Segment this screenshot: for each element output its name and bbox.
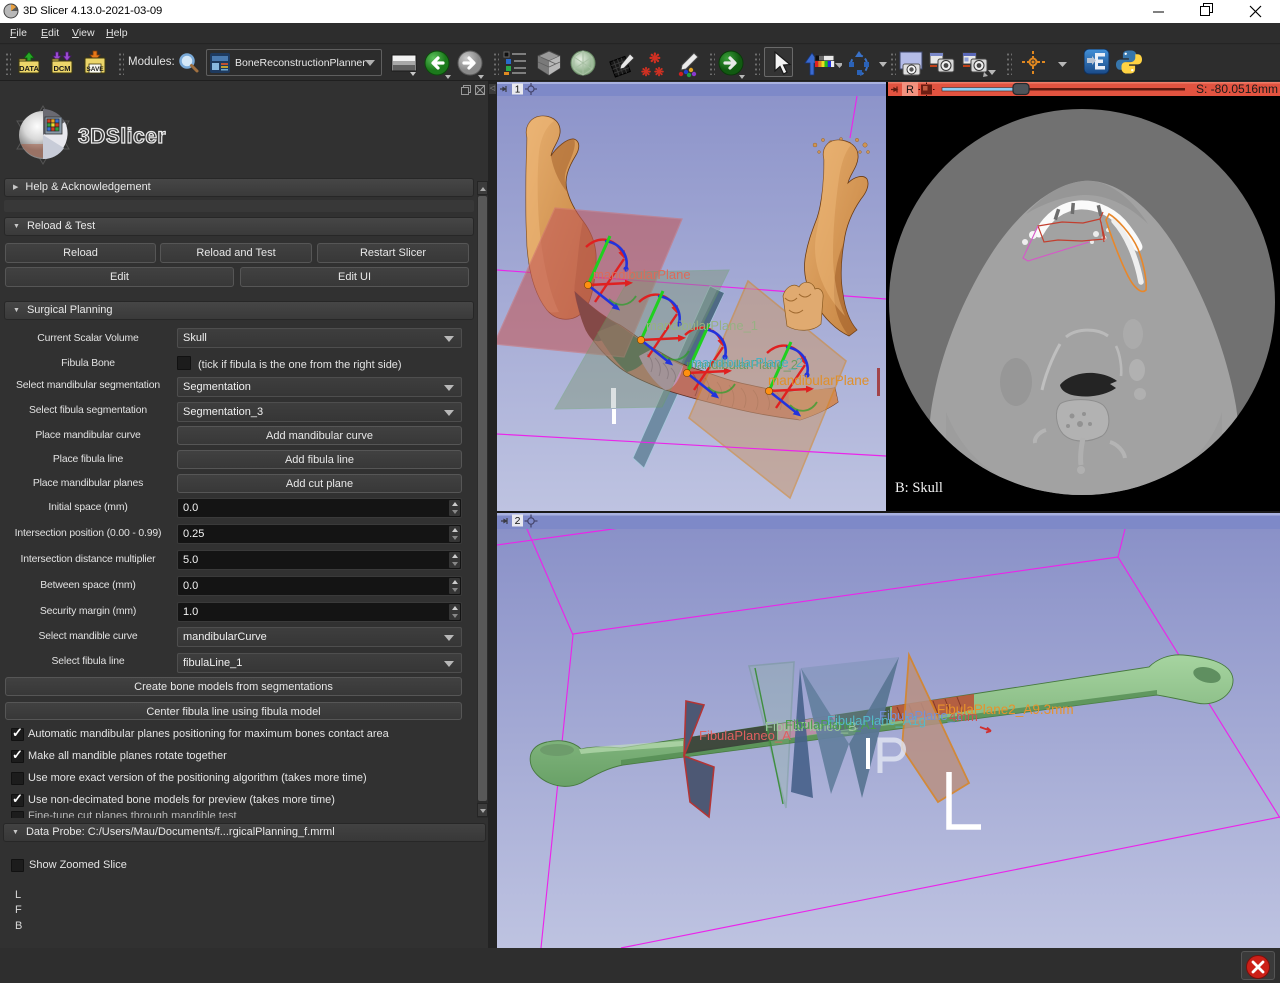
svg-text:❋: ❋ — [649, 50, 661, 66]
svg-text:1: 1 — [515, 85, 521, 96]
svg-text:R: R — [906, 84, 914, 96]
svg-text:B: Skull: B: Skull — [895, 480, 943, 496]
svg-text:mandibularPlane: mandibularPlane — [768, 373, 869, 388]
svg-text:❋: ❋ — [641, 65, 651, 78]
svg-text:mandibularPlane: mandibularPlane — [593, 267, 691, 282]
svg-text:DCM: DCM — [53, 64, 70, 73]
svg-text:DATA: DATA — [19, 64, 39, 73]
svg-text:2: 2 — [515, 515, 521, 527]
svg-text:S: -80.0516mm: S: -80.0516mm — [1196, 82, 1278, 96]
svg-text:SAVE: SAVE — [86, 66, 104, 73]
svg-text:mandibularPlane_2: mandibularPlane_2 — [691, 355, 803, 370]
svg-text:❋: ❋ — [654, 65, 664, 78]
svg-text:mandibularPlane_1: mandibularPlane_1 — [646, 318, 758, 333]
svg-text:FibulaPlane2_A9.3mm: FibulaPlane2_A9.3mm — [937, 702, 1074, 717]
